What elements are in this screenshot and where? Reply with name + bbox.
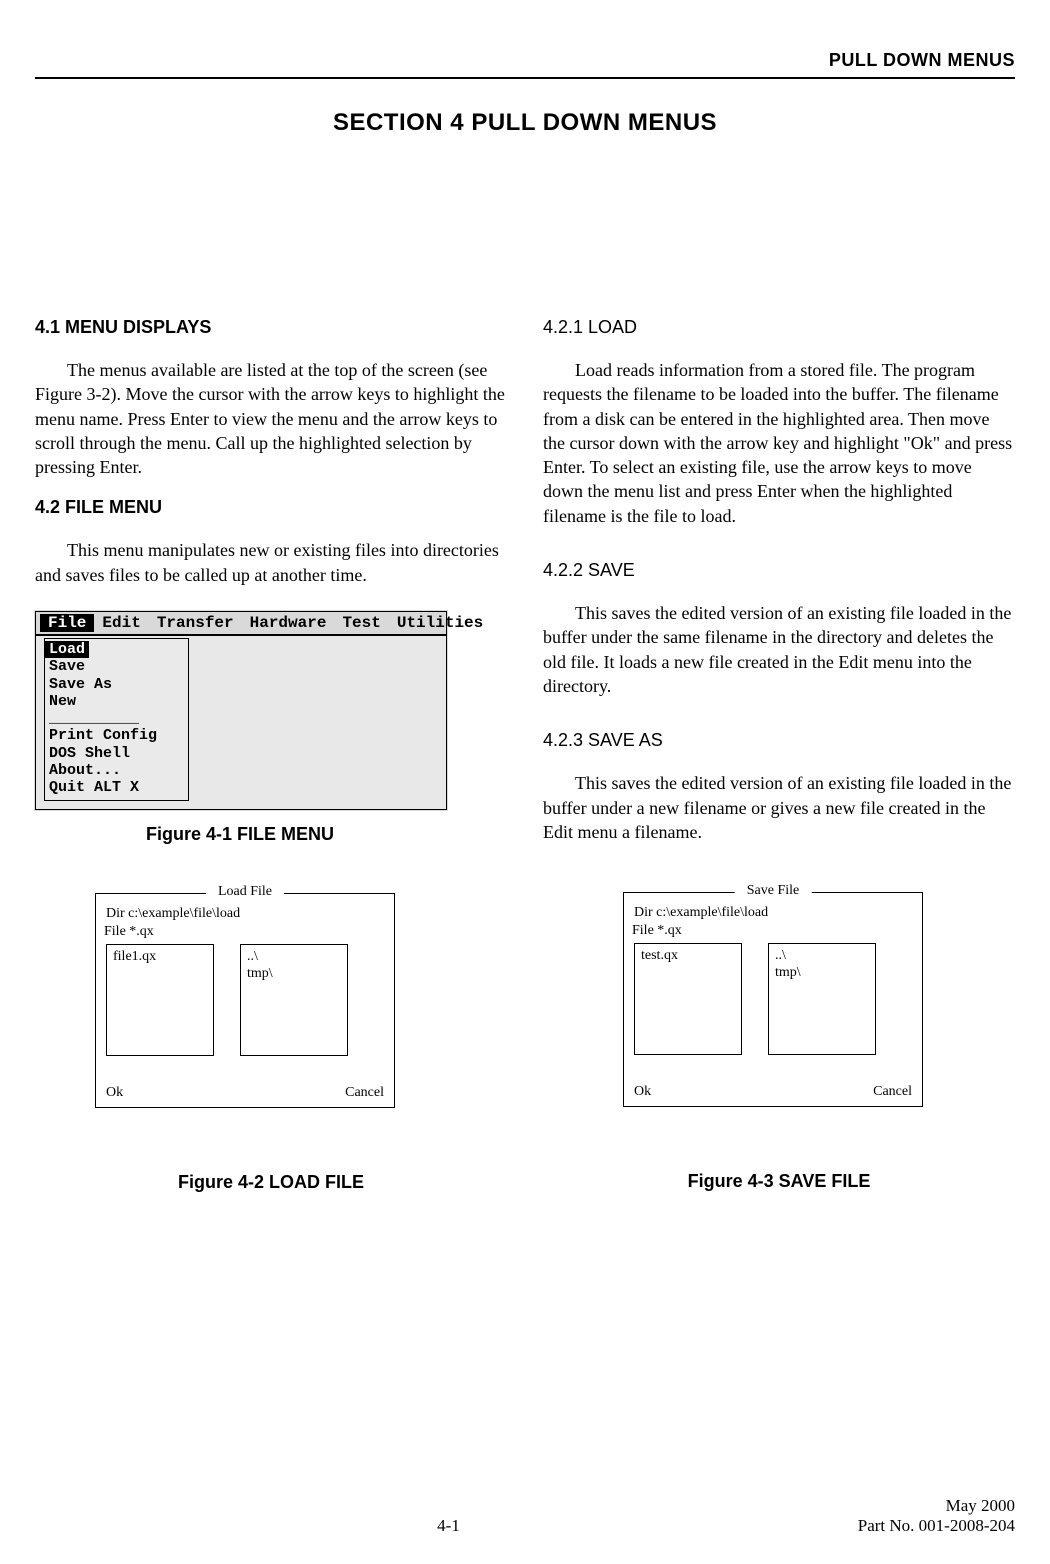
save-dir-item-1: ..\ [775, 948, 869, 965]
heading-4-2-1: 4.2.1 LOAD [543, 317, 1015, 338]
paragraph-4-2-2: This saves the edited version of an exis… [543, 601, 1015, 698]
figure-4-3-wrap: Save File Dir c:\example\file\load File … [623, 892, 975, 1107]
menu-test: Test [334, 614, 388, 632]
save-file-dir: Dir c:\example\file\load [634, 905, 912, 921]
load-cancel-button: Cancel [345, 1085, 384, 1101]
load-file-buttons: Ok Cancel [106, 1085, 384, 1101]
two-column-layout: 4.1 MENU DISPLAYS The menus available ar… [35, 317, 1015, 1193]
save-file-item-1: test.qx [641, 948, 735, 965]
heading-4-2: 4.2 FILE MENU [35, 497, 507, 518]
dropdown-about: About... [49, 762, 184, 779]
dropdown-separator: __________ [49, 710, 184, 727]
save-dir-item-2: tmp\ [775, 965, 869, 982]
load-file-label: File *.qx [104, 924, 384, 940]
footer-partno: Part No. 001-2008-204 [858, 1516, 1015, 1536]
save-cancel-button: Cancel [873, 1084, 912, 1100]
load-file-dir: Dir c:\example\file\load [106, 906, 384, 922]
page-footer: .. 4-1 May 2000 Part No. 001-2008-204 [35, 1496, 1015, 1536]
dos-file-dropdown: Load Save Save As New __________ Print C… [44, 638, 189, 801]
save-file-title: Save File [735, 883, 812, 899]
load-dir-list-pane: ..\ tmp\ [240, 944, 348, 1056]
figure-4-2-wrap: Load File Dir c:\example\file\load File … [95, 893, 447, 1108]
save-file-dialog: Save File Dir c:\example\file\load File … [623, 892, 923, 1107]
paragraph-4-2: This menu manipulates new or existing fi… [35, 538, 507, 587]
save-file-buttons: Ok Cancel [634, 1084, 912, 1100]
menu-edit: Edit [94, 614, 148, 632]
figure-4-1-caption: Figure 4-1 FILE MENU [35, 824, 445, 845]
footer-date: May 2000 [858, 1496, 1015, 1516]
load-file-item-1: file1.qx [113, 949, 207, 966]
right-column: 4.2.1 LOAD Load reads information from a… [543, 317, 1015, 1193]
header-rule [35, 77, 1015, 79]
heading-4-2-3: 4.2.3 SAVE AS [543, 730, 1015, 751]
dropdown-quit: Quit ALT X [49, 779, 184, 796]
paragraph-4-2-1: Load reads information from a stored fil… [543, 358, 1015, 528]
load-file-dialog: Load File Dir c:\example\file\load File … [95, 893, 395, 1108]
page-number: 4-1 [39, 1516, 858, 1536]
heading-4-1: 4.1 MENU DISPLAYS [35, 317, 507, 338]
heading-4-2-2: 4.2.2 SAVE [543, 560, 1015, 581]
paragraph-4-1: The menus available are listed at the to… [35, 358, 507, 479]
load-ok-button: Ok [106, 1085, 123, 1101]
figure-4-2-caption: Figure 4-2 LOAD FILE [35, 1172, 507, 1193]
load-file-list-pane: file1.qx [106, 944, 214, 1056]
section-title: SECTION 4 PULL DOWN MENUS [35, 109, 1015, 137]
save-ok-button: Ok [634, 1084, 651, 1100]
figure-4-3-caption: Figure 4-3 SAVE FILE [543, 1171, 1015, 1192]
menu-hardware: Hardware [242, 614, 335, 632]
load-file-title: Load File [206, 884, 284, 900]
menu-utilities: Utilities [389, 614, 491, 632]
menu-transfer: Transfer [149, 614, 242, 632]
dropdown-dos-shell: DOS Shell [49, 745, 184, 762]
figure-4-1: File Edit Transfer Hardware Test Utiliti… [35, 611, 447, 810]
running-header: PULL DOWN MENUS [35, 50, 1015, 71]
footer-right: May 2000 Part No. 001-2008-204 [858, 1496, 1015, 1536]
load-file-panes: file1.qx ..\ tmp\ [106, 944, 384, 1056]
paragraph-4-2-3: This saves the edited version of an exis… [543, 771, 1015, 844]
dos-menubar: File Edit Transfer Hardware Test Utiliti… [36, 612, 446, 636]
dropdown-save: Save [49, 658, 184, 675]
save-file-list-pane: test.qx [634, 943, 742, 1055]
load-dir-item-1: ..\ [247, 949, 341, 966]
save-file-label: File *.qx [632, 923, 912, 939]
left-column: 4.1 MENU DISPLAYS The menus available ar… [35, 317, 507, 1193]
dropdown-new: New [49, 693, 184, 710]
dropdown-print-config: Print Config [49, 727, 184, 744]
save-dir-list-pane: ..\ tmp\ [768, 943, 876, 1055]
load-dir-item-2: tmp\ [247, 966, 341, 983]
dropdown-save-as: Save As [49, 676, 184, 693]
save-file-panes: test.qx ..\ tmp\ [634, 943, 912, 1055]
menu-file: File [40, 614, 94, 632]
dropdown-load: Load [45, 641, 89, 658]
